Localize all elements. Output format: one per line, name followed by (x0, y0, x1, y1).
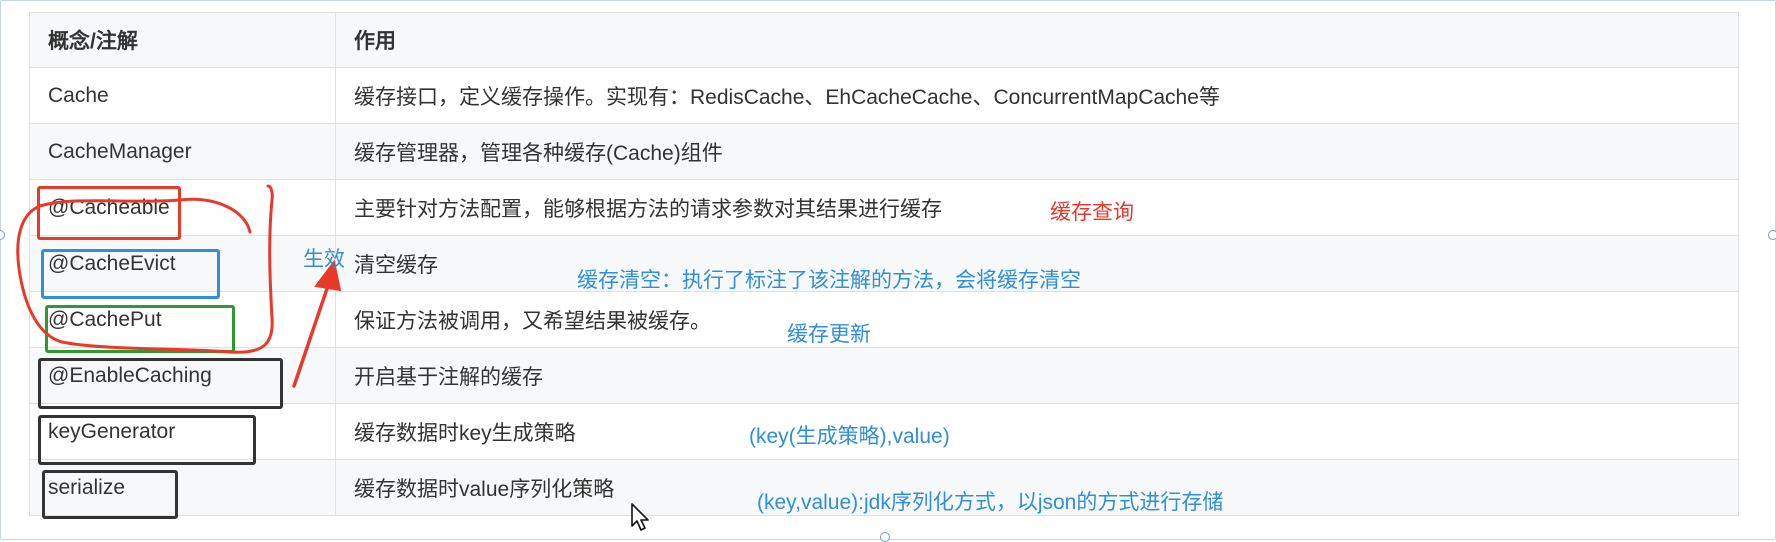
concept-cell: @CachePut (29, 291, 336, 348)
concept-cell: keyGenerator (29, 403, 336, 460)
concept-cell: Cache (29, 67, 336, 124)
table-row: Cache 缓存接口，定义缓存操作。实现有：RedisCache、EhCache… (29, 67, 1739, 124)
concept-keygenerator: keyGenerator (48, 419, 176, 443)
note-cacheput: 缓存更新 (787, 323, 871, 346)
header-concept: 概念/注解 (29, 12, 336, 68)
resize-handle-bottom[interactable] (880, 532, 890, 542)
concept-cell: serialize (29, 459, 336, 516)
role-cell: 缓存接口，定义缓存操作。实现有：RedisCache、EhCacheCache、… (335, 67, 1739, 124)
resize-handle-right[interactable] (1768, 230, 1776, 240)
header-role: 作用 (335, 12, 1739, 68)
table-header-row: 概念/注解 作用 (29, 12, 1739, 68)
role-cell: 开启基于注解的缓存 (335, 347, 1739, 404)
role-cell: 主要针对方法配置，能够根据方法的请求参数对其结果进行缓存 (335, 179, 1739, 236)
concept-cell: CacheManager (29, 123, 336, 180)
note-effect: 生效 (303, 248, 345, 271)
note-keygenerator: (key(生成策略),value) (749, 425, 950, 448)
concept-cell: @EnableCaching (29, 347, 336, 404)
note-cacheable: 缓存查询 (1050, 201, 1134, 224)
concept-cacheevict: @CacheEvict (48, 251, 176, 275)
note-serialize: (key,value):jdk序列化方式，以json的方式进行存储 (757, 491, 1224, 514)
concept-cacheable: @Cacheable (48, 195, 170, 219)
role-cell: 缓存数据时key生成策略 (335, 403, 1739, 460)
table-row: CacheManager 缓存管理器，管理各种缓存(Cache)组件 (29, 123, 1739, 180)
concept-cell: @Cacheable (29, 179, 336, 236)
table-row: @EnableCaching 开启基于注解的缓存 (29, 347, 1739, 404)
note-cacheevict: 缓存清空：执行了标注了该注解的方法，会将缓存清空 (577, 269, 1081, 292)
role-cell: 缓存管理器，管理各种缓存(Cache)组件 (335, 123, 1739, 180)
concept-cachemanager: CacheManager (48, 139, 192, 163)
table-row: @Cacheable 主要针对方法配置，能够根据方法的请求参数对其结果进行缓存 (29, 179, 1739, 236)
concept-enablecaching: @EnableCaching (48, 363, 212, 387)
table-row: @CachePut 保证方法被调用，又希望结果被缓存。 (29, 291, 1739, 348)
concept-cell: @CacheEvict (29, 235, 336, 292)
concept-cacheput: @CachePut (48, 307, 162, 331)
concept-serialize: serialize (48, 475, 126, 499)
concept-cache: Cache (48, 83, 109, 107)
role-cell: 保证方法被调用，又希望结果被缓存。 (335, 291, 1739, 348)
